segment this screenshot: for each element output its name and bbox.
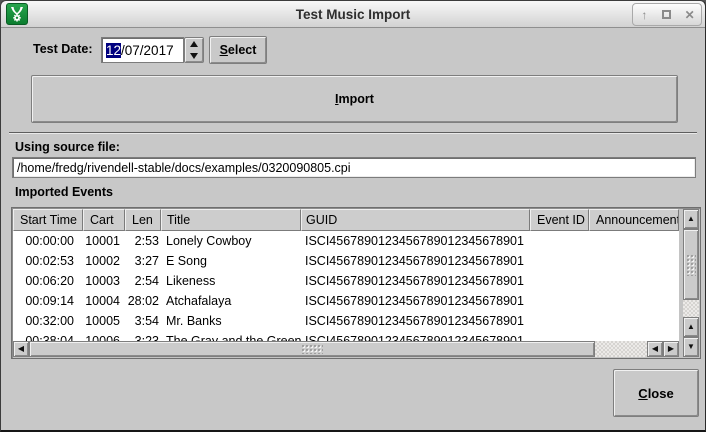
cell-cart: 10005 xyxy=(83,314,125,328)
cell-len: 28:02 xyxy=(125,294,161,308)
vertical-scrollbar[interactable]: ▲ ▲ ▼ xyxy=(683,209,699,357)
events-table-body: 00:00:00 10001 2:53 Lonely Cowboy ISCI45… xyxy=(13,231,679,341)
vertical-scroll-track[interactable] xyxy=(683,300,699,317)
column-header-cart[interactable]: Cart xyxy=(83,209,125,231)
cell-cart: 10004 xyxy=(83,294,125,308)
test-date-label: Test Date: xyxy=(33,42,93,56)
column-header-len[interactable]: Len xyxy=(125,209,161,231)
cell-len: 3:27 xyxy=(125,254,161,268)
table-row[interactable]: 00:06:20 10003 2:54 Likeness ISCI4567890… xyxy=(13,271,679,291)
thumb-grip xyxy=(686,254,696,276)
table-row[interactable]: 00:00:00 10001 2:53 Lonely Cowboy ISCI45… xyxy=(13,231,679,251)
cell-guid: ISCI4567890123456789012345678901 xyxy=(301,254,530,268)
scroll-left-icon[interactable]: ◀ xyxy=(13,341,29,357)
column-header-start-time[interactable]: Start Time xyxy=(13,209,83,231)
date-spin-buttons xyxy=(184,37,204,63)
cell-guid: ISCI4567890123456789012345678901 xyxy=(301,294,530,308)
source-file-input[interactable] xyxy=(12,157,696,178)
table-row[interactable]: 00:38:04 10006 3:23 The Gray and the Gre… xyxy=(13,331,679,341)
cell-cart: 10002 xyxy=(83,254,125,268)
cell-guid: ISCI4567890123456789012345678901 xyxy=(301,334,530,341)
column-header-event-id[interactable]: Event ID xyxy=(530,209,589,231)
vertical-scroll-thumb[interactable] xyxy=(683,229,699,300)
column-header-guid[interactable]: GUID xyxy=(301,209,530,231)
separator-line xyxy=(9,132,697,134)
cell-guid: ISCI4567890123456789012345678901 xyxy=(301,274,530,288)
cell-start-time: 00:38:04 xyxy=(13,334,83,341)
cell-len: 3:54 xyxy=(125,314,161,328)
titlebar: Test Music Import ↑ ✕ xyxy=(1,1,705,28)
cell-title: Atchafalaya xyxy=(161,294,301,308)
select-button[interactable]: Select xyxy=(209,36,267,64)
table-row[interactable]: 00:09:14 10004 28:02 Atchafalaya ISCI456… xyxy=(13,291,679,311)
cell-cart: 10003 xyxy=(83,274,125,288)
scroll-up-icon[interactable]: ▲ xyxy=(683,209,699,229)
spin-up-icon[interactable] xyxy=(185,38,203,50)
maximize-window-icon[interactable] xyxy=(657,5,677,25)
cell-start-time: 00:00:00 xyxy=(13,234,83,248)
date-rest-segment: /07/2017 xyxy=(121,43,174,58)
maximize-box-glyph xyxy=(662,10,671,19)
cell-start-time: 00:32:00 xyxy=(13,314,83,328)
import-button[interactable]: Import xyxy=(31,75,678,123)
cell-start-time: 00:06:20 xyxy=(13,274,83,288)
events-table-header: Start Time Cart Len Title GUID Event ID … xyxy=(13,209,679,231)
test-music-import-window: Test Music Import ↑ ✕ Test Date: 12/07/2… xyxy=(0,0,706,432)
test-date-value[interactable]: 12/07/2017 xyxy=(101,37,184,63)
horizontal-scroll-track[interactable] xyxy=(595,341,647,357)
imported-events-table: Start Time Cart Len Title GUID Event ID … xyxy=(11,207,701,359)
table-row[interactable]: 00:02:53 10002 3:27 E Song ISCI456789012… xyxy=(13,251,679,271)
window-title: Test Music Import xyxy=(1,7,705,22)
column-header-announcement[interactable]: Announcement xyxy=(589,209,679,231)
cell-len: 2:54 xyxy=(125,274,161,288)
close-button[interactable]: Close xyxy=(613,369,699,417)
cell-cart: 10006 xyxy=(83,334,125,341)
cell-start-time: 00:09:14 xyxy=(13,294,83,308)
source-file-label: Using source file: xyxy=(15,140,120,154)
cell-len: 2:53 xyxy=(125,234,161,248)
thumb-grip-horizontal xyxy=(301,344,323,354)
scroll-up-icon-bottom[interactable]: ▲ xyxy=(683,317,699,337)
cell-guid: ISCI4567890123456789012345678901 xyxy=(301,314,530,328)
close-window-icon[interactable]: ✕ xyxy=(680,5,700,25)
cell-title: E Song xyxy=(161,254,301,268)
scroll-down-icon[interactable]: ▼ xyxy=(683,337,699,357)
cell-start-time: 00:02:53 xyxy=(13,254,83,268)
rivendell-logo-icon xyxy=(6,3,28,25)
cell-title: Lonely Cowboy xyxy=(161,234,301,248)
horizontal-scroll-thumb[interactable] xyxy=(29,341,595,357)
scroll-right-icon[interactable]: ▶ xyxy=(663,341,679,357)
column-header-title[interactable]: Title xyxy=(161,209,301,231)
cell-title: The Gray and the Green xyxy=(161,334,301,341)
window-controls: ↑ ✕ xyxy=(632,3,702,26)
date-selected-segment: 12 xyxy=(106,43,121,58)
cell-len: 3:23 xyxy=(125,334,161,341)
table-row[interactable]: 00:32:00 10005 3:54 Mr. Banks ISCI456789… xyxy=(13,311,679,331)
cell-title: Likeness xyxy=(161,274,301,288)
scroll-left-icon-right[interactable]: ◀ xyxy=(647,341,663,357)
cell-title: Mr. Banks xyxy=(161,314,301,328)
horizontal-scrollbar[interactable]: ◀ ◀ ▶ xyxy=(13,341,679,357)
shade-window-icon[interactable]: ↑ xyxy=(634,5,654,25)
cell-cart: 10001 xyxy=(83,234,125,248)
imported-events-label: Imported Events xyxy=(15,185,113,199)
test-date-spinbox[interactable]: 12/07/2017 xyxy=(101,37,204,63)
spin-down-icon[interactable] xyxy=(185,50,203,62)
cell-guid: ISCI4567890123456789012345678901 xyxy=(301,234,530,248)
events-grid: Start Time Cart Len Title GUID Event ID … xyxy=(13,209,679,341)
